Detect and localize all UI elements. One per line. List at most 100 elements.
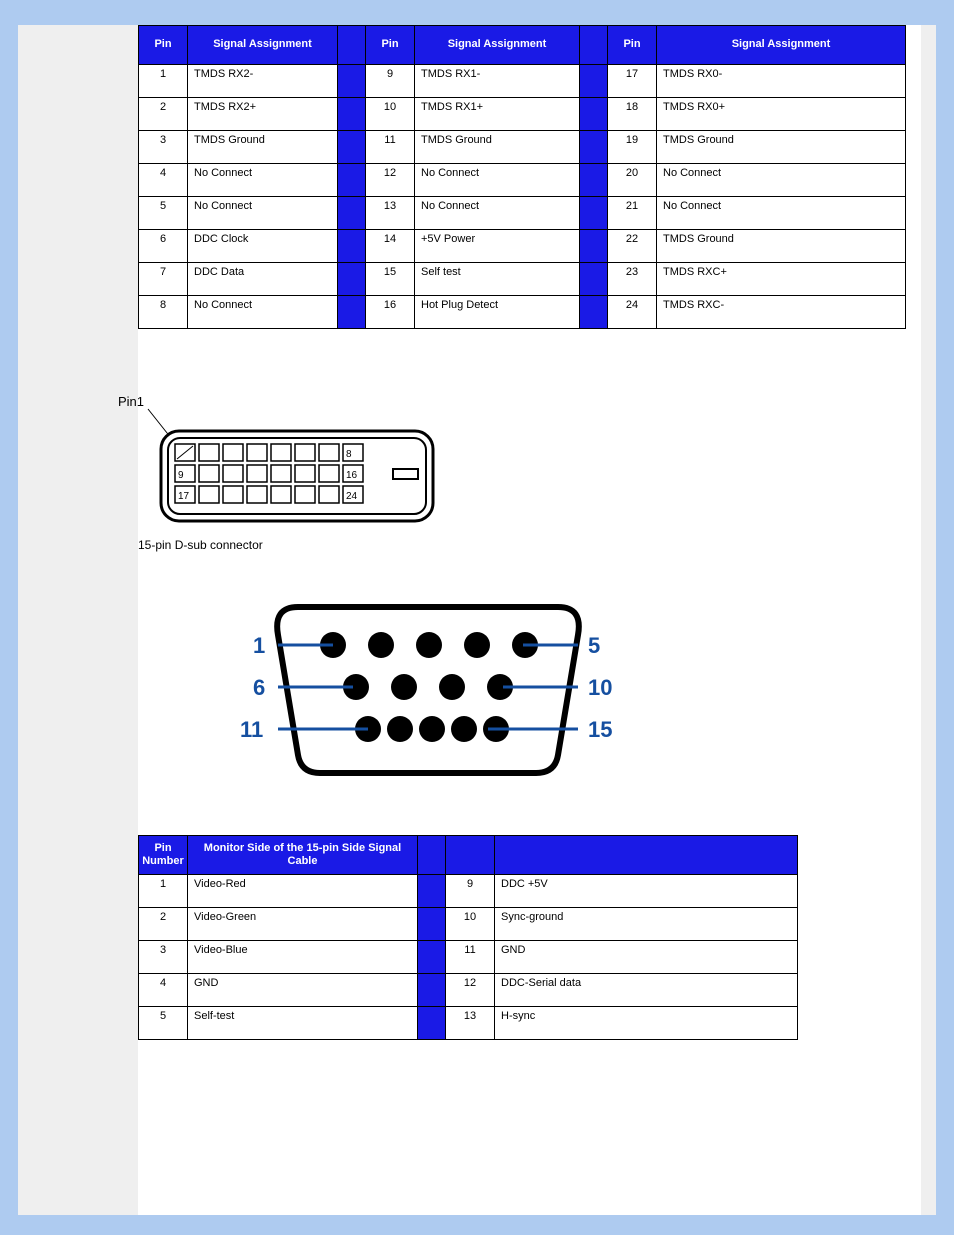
row-spacer xyxy=(580,164,608,197)
cell-pin: 13 xyxy=(446,1007,495,1040)
left-sidebar xyxy=(18,25,138,1215)
vga-pin-table: Pin Number Monitor Side of the 15-pin Si… xyxy=(138,835,798,1040)
cell-pin: 1 xyxy=(139,875,188,908)
row-spacer xyxy=(418,974,446,1007)
dvi-pin-table: Pin Signal Assignment Pin Signal Assignm… xyxy=(138,25,906,329)
row-spacer xyxy=(338,98,366,131)
cell-signal: TMDS Ground xyxy=(657,230,906,263)
cell-signal: Self-test xyxy=(188,1007,418,1040)
col-spacer-2 xyxy=(580,26,608,65)
col-sig-1: Signal Assignment xyxy=(188,26,338,65)
cell-pin: 5 xyxy=(139,1007,188,1040)
row-spacer xyxy=(418,941,446,974)
col-sig-2: Signal Assignment xyxy=(415,26,580,65)
cell-pin: 22 xyxy=(608,230,657,263)
row-spacer xyxy=(338,197,366,230)
row-spacer xyxy=(338,65,366,98)
table-row: 2Video-Green10Sync-ground xyxy=(139,908,798,941)
table-row: 2TMDS RX2+10TMDS RX1+18TMDS RX0+ xyxy=(139,98,906,131)
cell-signal: GND xyxy=(188,974,418,1007)
cell-pin: 10 xyxy=(446,908,495,941)
vga-col-pin: Pin Number xyxy=(139,836,188,875)
cell-signal: DDC-Serial data xyxy=(495,974,798,1007)
paper-sheet: Pin Signal Assignment Pin Signal Assignm… xyxy=(18,25,936,1215)
cell-signal: TMDS RX0+ xyxy=(657,98,906,131)
vga-col-sig2 xyxy=(495,836,798,875)
cell-signal: Video-Red xyxy=(188,875,418,908)
vga-section-title: 15-pin D-sub connector xyxy=(138,538,906,552)
row-spacer xyxy=(418,908,446,941)
cell-signal: Self test xyxy=(415,263,580,296)
vga-table-container: Pin Number Monitor Side of the 15-pin Si… xyxy=(138,835,798,1040)
cell-pin: 4 xyxy=(139,164,188,197)
cell-pin: 16 xyxy=(366,296,415,329)
row-spacer xyxy=(580,230,608,263)
cell-pin: 9 xyxy=(366,65,415,98)
cell-signal: TMDS RX2+ xyxy=(188,98,338,131)
cell-signal: TMDS RX1+ xyxy=(415,98,580,131)
cell-pin: 23 xyxy=(608,263,657,296)
cell-signal: H-sync xyxy=(495,1007,798,1040)
col-pin-1: Pin xyxy=(139,26,188,65)
cell-signal: No Connect xyxy=(415,164,580,197)
row-spacer xyxy=(580,197,608,230)
cell-signal: TMDS RX2- xyxy=(188,65,338,98)
svg-text:10: 10 xyxy=(588,675,612,700)
svg-text:11: 11 xyxy=(240,717,263,742)
cell-pin: 2 xyxy=(139,908,188,941)
cell-pin: 12 xyxy=(366,164,415,197)
cell-signal: TMDS Ground xyxy=(188,131,338,164)
cell-signal: TMDS RXC+ xyxy=(657,263,906,296)
dvi-table-container: Pin Signal Assignment Pin Signal Assignm… xyxy=(138,25,906,329)
cell-signal: Video-Green xyxy=(188,908,418,941)
row-spacer xyxy=(580,65,608,98)
vga-col-spacer xyxy=(418,836,446,875)
table-row: 5No Connect13No Connect21No Connect xyxy=(139,197,906,230)
table-row: 5Self-test 13H-sync xyxy=(139,1007,798,1040)
dvi-connector-graphic: Pin1 89161724 xyxy=(113,391,906,534)
vga-col-sig: Monitor Side of the 15-pin Side Signal C… xyxy=(188,836,418,875)
cell-pin: 13 xyxy=(366,197,415,230)
col-sig-3: Signal Assignment xyxy=(657,26,906,65)
table-row: 1Video-Red9DDC +5V xyxy=(139,875,798,908)
right-sidebar xyxy=(921,25,936,1215)
table-row: 1TMDS RX2-9TMDS RX1-17TMDS RX0- xyxy=(139,65,906,98)
table-row: 3Video-Blue11GND xyxy=(139,941,798,974)
svg-text:9: 9 xyxy=(178,470,184,481)
cell-pin: 19 xyxy=(608,131,657,164)
table-row: 4GND12DDC-Serial data xyxy=(139,974,798,1007)
cell-pin: 21 xyxy=(608,197,657,230)
cell-pin: 14 xyxy=(366,230,415,263)
cell-pin: 17 xyxy=(608,65,657,98)
cell-signal: No Connect xyxy=(657,164,906,197)
pin1-label: Pin1 xyxy=(118,394,144,409)
row-spacer xyxy=(338,164,366,197)
cell-signal: No Connect xyxy=(415,197,580,230)
vga-col-pin2 xyxy=(446,836,495,875)
cell-signal: GND xyxy=(495,941,798,974)
svg-text:5: 5 xyxy=(588,633,600,658)
svg-text:1: 1 xyxy=(253,633,265,658)
cell-pin: 15 xyxy=(366,263,415,296)
table-row: 6DDC Clock14+5V Power22TMDS Ground xyxy=(139,230,906,263)
cell-signal: Hot Plug Detect xyxy=(415,296,580,329)
cell-pin: 3 xyxy=(139,131,188,164)
cell-signal: DDC Clock xyxy=(188,230,338,263)
cell-signal: No Connect xyxy=(188,296,338,329)
cell-signal: DDC +5V xyxy=(495,875,798,908)
col-pin-3: Pin xyxy=(608,26,657,65)
cell-pin: 24 xyxy=(608,296,657,329)
row-spacer xyxy=(580,131,608,164)
row-spacer xyxy=(418,875,446,908)
table-header-row: Pin Number Monitor Side of the 15-pin Si… xyxy=(139,836,798,875)
table-row: 7DDC Data15Self test23TMDS RXC+ xyxy=(139,263,906,296)
row-spacer xyxy=(338,296,366,329)
table-row: 3TMDS Ground11TMDS Ground19TMDS Ground xyxy=(139,131,906,164)
row-spacer xyxy=(418,1007,446,1040)
cell-pin: 8 xyxy=(139,296,188,329)
table-row: 4No Connect12No Connect20No Connect xyxy=(139,164,906,197)
cell-signal: TMDS RX1- xyxy=(415,65,580,98)
vga-connector-graphic: 1 6 11 5 10 15 xyxy=(178,587,906,790)
row-spacer xyxy=(580,263,608,296)
cell-pin: 10 xyxy=(366,98,415,131)
